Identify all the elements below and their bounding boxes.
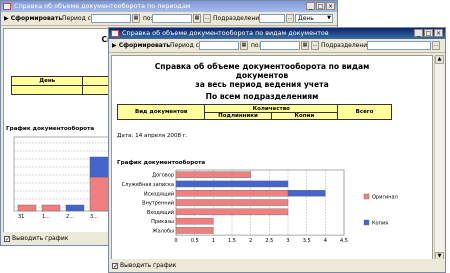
x-tick-label: 2: [249, 238, 252, 244]
period-from-label: Период с:: [62, 15, 93, 22]
show-graph-label: Выводить график: [12, 235, 69, 242]
back-bar: [89, 176, 111, 212]
col-total-header: Всего: [337, 104, 392, 120]
x-tick-label: 4.5: [340, 238, 348, 244]
col-doc-type-header: Вид документов: [116, 104, 206, 120]
period-from-label: Период с:: [170, 42, 201, 49]
period-from-input[interactable]: [91, 14, 131, 23]
bar: [175, 190, 289, 197]
front-report-table: Вид документов Количество Всего Подлинни…: [116, 104, 392, 120]
maximize-button[interactable]: □: [424, 29, 433, 37]
front-chart: 0 0.5 1 1.5 2 2.5 3 3.5 4 4.5 Договор Служебная зап…: [122, 169, 398, 244]
x-tick-label: 2.5: [265, 238, 273, 244]
category-label: Внутренний: [142, 200, 174, 207]
x-tick-label: 3.5: [303, 238, 311, 244]
show-graph-checkbox[interactable]: ✓: [4, 236, 10, 243]
report-icon: [111, 30, 119, 37]
category-label: Жалобы: [152, 228, 174, 234]
back-x-tick: 31: [18, 214, 24, 220]
select-button[interactable]: …: [286, 14, 294, 23]
x-tick-label: 0: [174, 238, 177, 244]
scroll-up-icon[interactable]: ▲: [435, 55, 444, 64]
col-day-header: День: [10, 76, 84, 86]
calendar-icon[interactable]: ▦: [240, 41, 248, 50]
ellipsis-button[interactable]: ...: [311, 41, 319, 50]
back-chart-title: График документооборота: [6, 126, 95, 132]
back-bar: [17, 204, 37, 212]
minimize-button[interactable]: _: [306, 2, 315, 10]
x-tick-label: 3: [286, 238, 289, 244]
period-to-input[interactable]: [260, 41, 300, 50]
minimize-button[interactable]: _: [414, 29, 423, 37]
category-label: Входящий: [147, 209, 174, 216]
front-status-bar: ✓ Выводить график: [109, 259, 445, 272]
x-tick-label: 0.5: [191, 238, 199, 244]
col-quantity-header: Количество: [204, 104, 339, 113]
category-label: Договор: [152, 173, 174, 179]
calendar-icon[interactable]: ▦: [301, 41, 309, 50]
bar: [175, 208, 289, 216]
ellipsis-button[interactable]: ...: [203, 14, 211, 23]
back-chart: 31 1... 2... 3...: [13, 136, 113, 220]
back-x-tick: 2...: [66, 214, 74, 220]
legend-label: Копия: [372, 221, 388, 227]
bar: [287, 190, 326, 197]
close-button[interactable]: ×: [434, 29, 443, 37]
period-to-input[interactable]: [152, 14, 192, 23]
category-label: Приказы: [151, 219, 174, 225]
show-graph-checkbox[interactable]: ✓: [112, 263, 118, 270]
category-label: Служебная записка: [122, 182, 174, 188]
col-copies-header: Копии: [270, 112, 339, 120]
legend-swatch: [363, 193, 370, 200]
back-x-tick: 1...: [42, 214, 50, 220]
x-tick-label: 4: [324, 238, 327, 244]
front-window: Справка об объеме документооборота по ви…: [108, 27, 446, 273]
front-vertical-scrollbar[interactable]: ▲ ▼: [434, 55, 444, 261]
legend-label: Оригинал: [372, 195, 398, 201]
select-button[interactable]: …: [432, 41, 440, 50]
generate-button[interactable]: ▶ Сформировать: [4, 14, 62, 24]
x-tick-label: 1: [212, 238, 215, 244]
col-originals-header: Подлинники: [204, 112, 272, 120]
bar: [175, 217, 214, 225]
department-label: Подразделение:: [213, 15, 265, 22]
close-button[interactable]: ×: [326, 2, 335, 10]
back-x-tick: 3...: [90, 214, 98, 220]
front-window-title: Справка об объеме документооборота по ви…: [122, 29, 329, 37]
front-chart-title: График документооборота: [117, 160, 206, 166]
calendar-icon[interactable]: ▦: [193, 14, 201, 23]
period-from-input[interactable]: [199, 41, 239, 50]
front-toolbar: ▶ Сформировать Период с: ▦ по: ▦ ... Под…: [109, 39, 445, 53]
back-bar: [41, 204, 61, 212]
bar: [175, 180, 289, 188]
front-report-title: Справка об объеме документооборота по ви…: [154, 62, 370, 101]
department-input[interactable]: [259, 14, 285, 23]
back-bar: [65, 204, 85, 212]
back-window-title: Справка об объеме документооборота по пе…: [14, 2, 191, 10]
x-tick-label: 1.5: [228, 238, 236, 244]
period-type-select[interactable]: День ▼: [295, 14, 333, 23]
report-date: Дата: 14 апреля 2008 г.: [117, 133, 188, 139]
front-report-area: Справка об объеме документооборота по ви…: [111, 55, 433, 261]
calendar-icon[interactable]: ▦: [132, 14, 140, 23]
report-icon: [3, 3, 11, 10]
back-bar: [89, 156, 111, 178]
legend-swatch: [363, 219, 370, 226]
department-label: Подразделение:: [321, 42, 373, 49]
bar: [175, 199, 289, 206]
generate-button[interactable]: ▶ Сформировать: [112, 41, 170, 51]
maximize-button[interactable]: □: [316, 2, 325, 10]
back-toolbar: ▶ Сформировать Период с: ▦ по: ▦ ... Под…: [1, 12, 337, 26]
category-label: Исходящий: [144, 190, 174, 197]
bar: [175, 227, 214, 234]
department-input[interactable]: [367, 41, 431, 50]
front-window-titlebar[interactable]: Справка об объеме документооборота по ви…: [109, 28, 445, 39]
bar: [175, 171, 251, 178]
show-graph-label: Выводить график: [120, 262, 177, 269]
chevron-down-icon: ▼: [327, 15, 331, 21]
back-window-titlebar[interactable]: Справка об объеме документооборота по пе…: [1, 1, 337, 12]
